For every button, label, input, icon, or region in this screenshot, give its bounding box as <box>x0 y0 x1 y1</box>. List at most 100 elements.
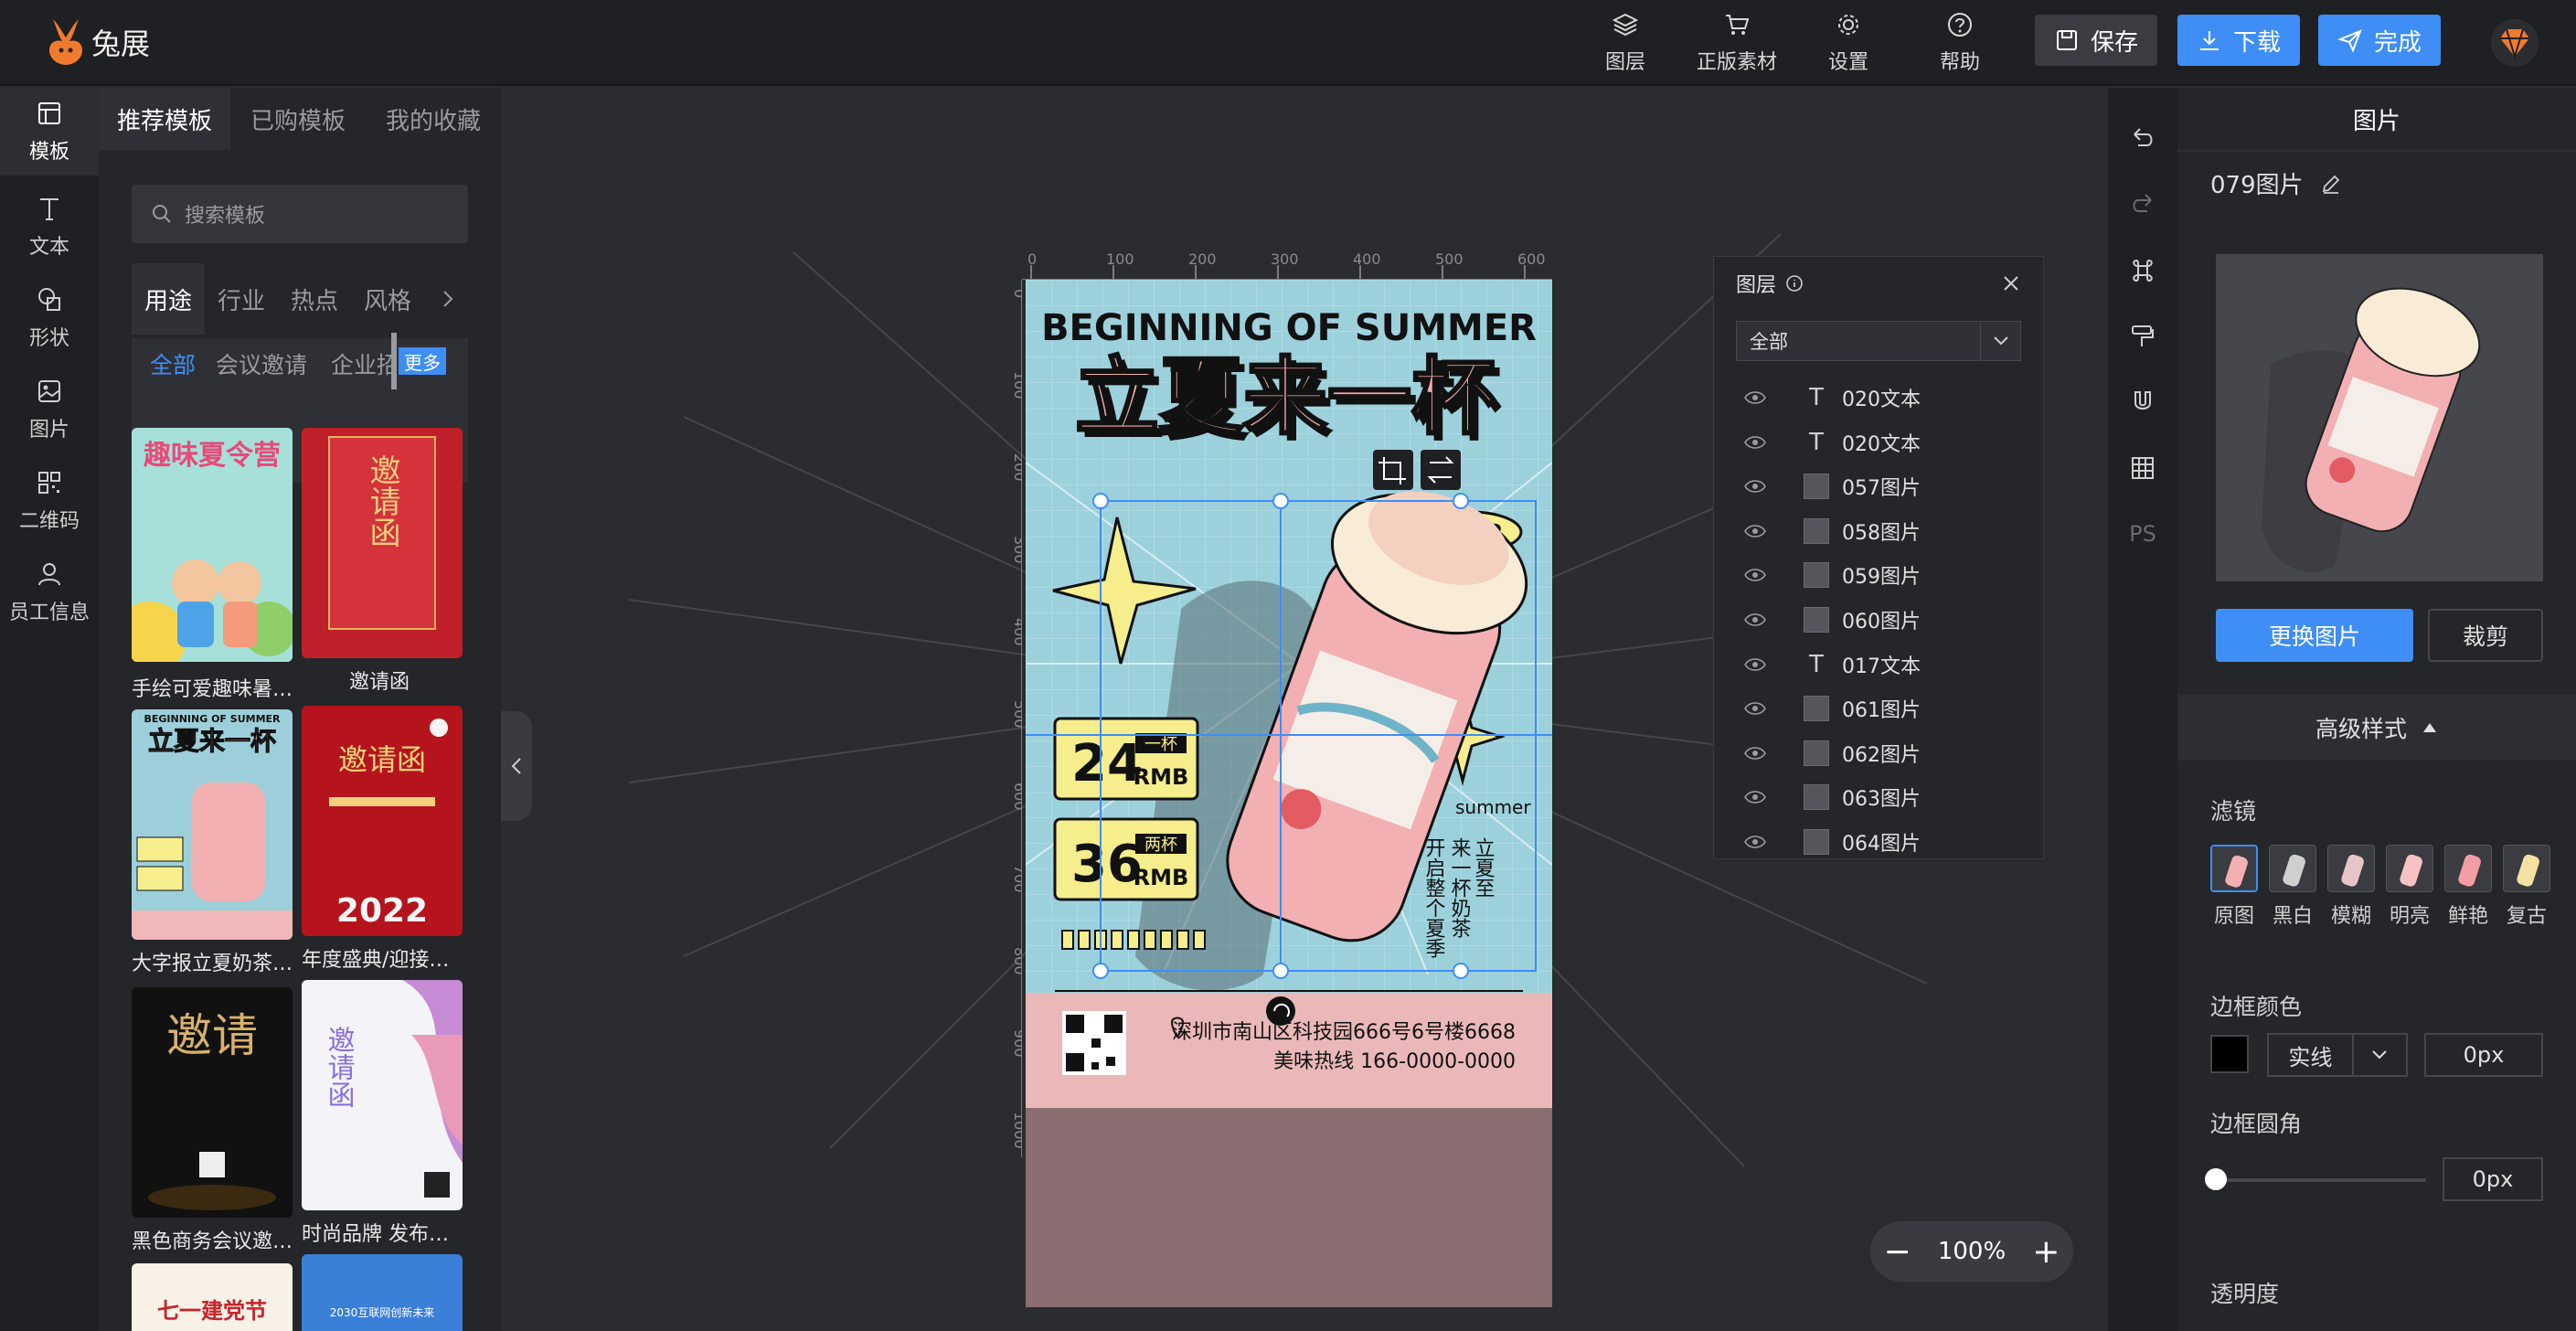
category-style[interactable]: 风格 <box>351 263 424 335</box>
poster-hotline[interactable]: 美味热线 166-0000-0000 <box>1273 1050 1516 1073</box>
download-button[interactable]: 下载 <box>2177 15 2300 66</box>
rail-item-shape[interactable]: 形状 <box>0 274 99 362</box>
tab-purchased[interactable]: 已购模板 <box>232 88 364 150</box>
filter-option[interactable] <box>2210 845 2258 892</box>
border-radius-slider[interactable] <box>2218 1178 2426 1182</box>
redo-button[interactable] <box>2108 172 2177 238</box>
grid-button[interactable] <box>2108 435 2177 501</box>
visibility-eye-icon[interactable] <box>1714 435 1796 450</box>
poster-summer[interactable]: summer <box>1455 796 1531 818</box>
poster-vertical-2[interactable]: 来一杯奶茶 <box>1448 837 1472 938</box>
border-width-input[interactable]: 0px <box>2424 1033 2543 1077</box>
poster-canvas[interactable]: BEGINNING OF SUMMER 立夏来一杯 立夏来一杯 2022 24 … <box>1026 280 1552 1307</box>
visibility-eye-icon[interactable] <box>1714 568 1796 582</box>
panel-collapse-handle[interactable] <box>501 711 532 821</box>
layer-row[interactable]: 062图片 <box>1714 731 2043 775</box>
edit-icon[interactable] <box>2320 173 2342 195</box>
border-style-select[interactable]: 实线 <box>2267 1033 2408 1077</box>
filter-option[interactable] <box>2444 845 2492 892</box>
shortcut-button[interactable] <box>2108 238 2177 303</box>
visibility-eye-icon[interactable] <box>1714 390 1796 405</box>
toolbar-layers[interactable]: 图层 <box>1570 0 1680 86</box>
layer-row[interactable]: 057图片 <box>1714 464 2043 508</box>
template-thumb[interactable]: 邀请函 <box>302 980 463 1210</box>
visibility-eye-icon[interactable] <box>1714 835 1796 849</box>
layer-row[interactable]: 061图片 <box>1714 687 2043 730</box>
crop-button[interactable]: 裁剪 <box>2428 609 2543 662</box>
template-thumb[interactable]: 2030互联网创新未来 <box>302 1254 463 1331</box>
subcategory-corp[interactable]: 企业招 <box>331 347 397 380</box>
magnet-button[interactable] <box>2108 369 2177 435</box>
visibility-eye-icon[interactable] <box>1714 701 1796 716</box>
swap-quick-button[interactable] <box>1421 450 1461 490</box>
template-thumb[interactable]: 七一建党节 <box>132 1263 293 1331</box>
rail-item-image[interactable]: 图片 <box>0 366 99 453</box>
crop-quick-button[interactable] <box>1373 450 1413 490</box>
avatar[interactable] <box>2490 18 2539 68</box>
done-button[interactable]: 完成 <box>2318 15 2441 66</box>
category-hot[interactable]: 热点 <box>278 263 351 335</box>
rail-item-employee[interactable]: 员工信息 <box>0 548 99 636</box>
qrcode[interactable] <box>1062 1011 1126 1075</box>
layer-row[interactable]: 060图片 <box>1714 598 2043 642</box>
save-button[interactable]: 保存 <box>2035 15 2157 66</box>
tab-recommended[interactable]: 推荐模板 <box>99 88 230 150</box>
layer-row[interactable]: T 020文本 <box>1714 376 2043 420</box>
undo-button[interactable] <box>2108 106 2177 172</box>
border-radius-slider-knob[interactable] <box>2205 1168 2227 1190</box>
category-industry[interactable]: 行业 <box>205 263 278 335</box>
ps-button[interactable]: PS <box>2108 501 2177 567</box>
brand-logo[interactable]: 兔展 <box>46 15 150 69</box>
tab-favorites[interactable]: 我的收藏 <box>366 88 501 150</box>
template-thumb[interactable]: 邀请函 <box>302 428 463 658</box>
format-painter-button[interactable] <box>2108 303 2177 369</box>
poster-address[interactable]: 深圳市南山区科技园666号6号楼6668 <box>1172 1021 1516 1044</box>
category-next-arrow[interactable] <box>428 263 468 335</box>
poster-vertical-3[interactable]: 开启整个夏季 <box>1422 837 1446 958</box>
subcategory-meeting[interactable]: 会议邀请 <box>216 347 307 380</box>
rail-item-qrcode[interactable]: 二维码 <box>0 457 99 545</box>
layers-filter-select[interactable]: 全部 <box>1736 321 2021 361</box>
layer-row[interactable]: 058图片 <box>1714 509 2043 553</box>
subcategory-all[interactable]: 全部 <box>150 347 196 380</box>
visibility-eye-icon[interactable] <box>1714 612 1796 627</box>
poster-vertical-1[interactable]: 立夏至 <box>1472 837 1496 898</box>
border-color-swatch[interactable] <box>2210 1035 2249 1073</box>
zoom-in-button[interactable]: + <box>2032 1233 2060 1271</box>
visibility-eye-icon[interactable] <box>1714 479 1796 494</box>
zoom-out-button[interactable]: − <box>1884 1233 1911 1271</box>
poster-headline-en[interactable]: BEGINNING OF SUMMER <box>1041 307 1537 349</box>
layer-row[interactable]: T 017文本 <box>1714 643 2043 687</box>
toolbar-settings[interactable]: 设置 <box>1794 0 1903 86</box>
filter-option[interactable] <box>2269 845 2316 892</box>
rotate-handle-icon[interactable] <box>1266 996 1295 1026</box>
more-button[interactable]: 更多 <box>399 347 446 375</box>
layer-row[interactable]: 064图片 <box>1714 820 2043 864</box>
poster-headline-cn[interactable]: 立夏来一杯 <box>1073 347 1496 448</box>
template-thumb[interactable]: 邀请函 2022 <box>302 706 463 936</box>
visibility-eye-icon[interactable] <box>1714 524 1796 538</box>
info-icon[interactable] <box>1785 274 1804 293</box>
replace-image-button[interactable]: 更换图片 <box>2216 609 2413 662</box>
visibility-eye-icon[interactable] <box>1714 657 1796 672</box>
template-thumb[interactable]: 趣味夏令营 <box>132 428 293 662</box>
advanced-style-toggle[interactable]: 高级样式 <box>2177 695 2576 761</box>
close-icon[interactable] <box>2001 273 2021 293</box>
price-tag-one[interactable]: 24 一杯 RMB <box>1053 717 1199 801</box>
price-tag-two[interactable]: 36 两杯 RMB <box>1053 817 1199 901</box>
rail-item-text[interactable]: 文本 <box>0 183 99 271</box>
filter-option[interactable] <box>2327 845 2375 892</box>
category-usage[interactable]: 用途 <box>132 263 205 335</box>
rail-item-template[interactable]: 模板 <box>0 88 99 176</box>
layer-row[interactable]: T 020文本 <box>1714 421 2043 464</box>
border-style-toggle[interactable] <box>2351 1034 2406 1076</box>
layer-row[interactable]: 059图片 <box>1714 553 2043 597</box>
filter-option[interactable] <box>2386 845 2433 892</box>
visibility-eye-icon[interactable] <box>1714 746 1796 761</box>
template-thumb[interactable]: BEGINNING OF SUMMER 立夏来一杯 <box>132 709 293 940</box>
border-radius-input[interactable]: 0px <box>2443 1157 2543 1201</box>
visibility-eye-icon[interactable] <box>1714 790 1796 804</box>
template-thumb[interactable]: 邀请 <box>132 987 293 1218</box>
toolbar-assets[interactable]: 正版素材 <box>1682 0 1792 86</box>
toolbar-help[interactable]: 帮助 <box>1905 0 2015 86</box>
